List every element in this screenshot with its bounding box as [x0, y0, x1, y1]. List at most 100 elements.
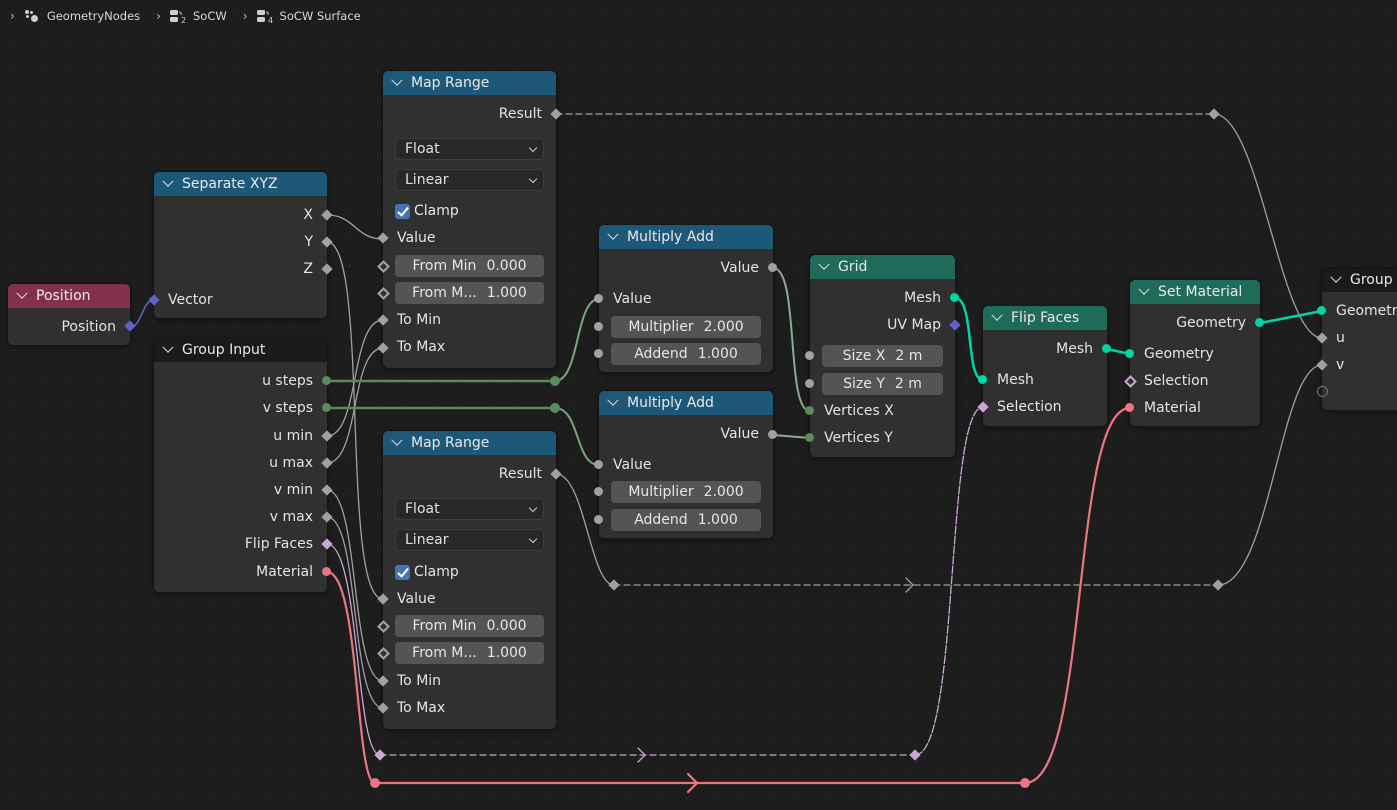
- socket-geometry-icon[interactable]: [1255, 318, 1264, 327]
- clamp-checkbox[interactable]: Clamp: [395, 562, 459, 582]
- reroute-point[interactable]: [1020, 778, 1030, 788]
- collapse-chevron-icon[interactable]: [162, 341, 174, 353]
- collapse-chevron-icon[interactable]: [607, 394, 619, 406]
- node-header[interactable]: Map Range: [383, 71, 556, 95]
- socket-material-icon[interactable]: [1125, 403, 1134, 412]
- data-type-dropdown[interactable]: Float: [395, 138, 544, 160]
- socket-label: Y: [304, 234, 313, 250]
- checkmark-icon[interactable]: [395, 203, 410, 219]
- socket-float-icon[interactable]: [805, 351, 814, 360]
- node-multiply-add-v[interactable]: Multiply Add Value Value Multiplier 2.000…: [594, 391, 777, 538]
- field-label: Addend: [634, 512, 688, 528]
- socket-float-icon[interactable]: [594, 349, 603, 358]
- size-y-field[interactable]: Size Y 2 m: [822, 373, 943, 395]
- collapse-chevron-icon[interactable]: [991, 309, 1003, 321]
- node-flip-faces[interactable]: Flip Faces Mesh Mesh Selection: [977, 306, 1111, 426]
- data-type-dropdown[interactable]: Float: [395, 498, 544, 520]
- socket-material-icon[interactable]: [322, 567, 331, 576]
- node-multiply-add-u[interactable]: Multiply Add Value Value Multiplier 2.000…: [594, 225, 777, 372]
- node-header[interactable]: Position: [8, 284, 130, 308]
- node-map-range-v[interactable]: Map Range Result Float Linear Clamp Valu…: [377, 431, 562, 729]
- node-set-material[interactable]: Set Material Geometry Geometry Selection…: [1124, 280, 1264, 426]
- socket-integer-icon[interactable]: [322, 403, 331, 412]
- from-max-field[interactable]: From M... 1.000: [395, 642, 544, 664]
- socket-geometry-icon[interactable]: [978, 375, 987, 384]
- from-min-field[interactable]: From Min 0.000: [395, 615, 544, 637]
- size-x-field[interactable]: Size X 2 m: [822, 345, 943, 367]
- socket-label: Mesh: [904, 290, 941, 306]
- collapse-chevron-icon[interactable]: [162, 175, 174, 187]
- field-label: From M...: [412, 645, 477, 661]
- node-title: Group Input: [182, 342, 266, 358]
- multiplier-field[interactable]: Multiplier 2.000: [611, 316, 761, 338]
- output-socket-row: Flip Faces: [154, 533, 327, 555]
- field-label: Multiplier: [628, 319, 694, 335]
- socket-float-icon[interactable]: [805, 379, 814, 388]
- from-max-field[interactable]: From M... 1.000: [395, 282, 544, 304]
- chevron-right-icon: ›: [242, 9, 248, 23]
- socket-integer-icon[interactable]: [322, 376, 331, 385]
- interpolation-dropdown[interactable]: Linear: [395, 529, 544, 551]
- field-label: From Min: [412, 258, 477, 274]
- socket-float-icon[interactable]: [594, 487, 603, 496]
- node-group-output[interactable]: Group Geometry u v: [1316, 268, 1397, 410]
- addend-field[interactable]: Addend 1.000: [611, 509, 761, 531]
- node-header[interactable]: Separate XYZ: [154, 172, 327, 196]
- socket-label: Mesh: [997, 372, 1034, 388]
- interpolation-dropdown[interactable]: Linear: [395, 169, 544, 191]
- socket-geometry-icon[interactable]: [1102, 344, 1111, 353]
- socket-float-icon[interactable]: [594, 460, 603, 469]
- collapse-chevron-icon[interactable]: [391, 434, 403, 446]
- collapse-chevron-icon[interactable]: [391, 74, 403, 86]
- socket-float-icon[interactable]: [594, 294, 603, 303]
- socket-integer-icon[interactable]: [805, 406, 814, 415]
- checkmark-icon[interactable]: [395, 564, 410, 580]
- breadcrumb-item-geometrynodes[interactable]: GeometryNodes: [23, 9, 140, 23]
- node-group-input[interactable]: Group Input u steps v steps u min u max …: [154, 338, 333, 592]
- field-label: Addend: [634, 346, 688, 362]
- from-min-field[interactable]: From Min 0.000: [395, 255, 544, 277]
- breadcrumb-item-socw[interactable]: 2 SoCW: [169, 9, 227, 25]
- node-header[interactable]: Group Input: [154, 338, 327, 362]
- socket-geometry-icon[interactable]: [1125, 349, 1134, 358]
- collapse-chevron-icon[interactable]: [1138, 283, 1150, 295]
- node-position[interactable]: Position Position: [8, 284, 136, 345]
- multiplier-field[interactable]: Multiplier 2.000: [611, 481, 761, 503]
- breadcrumb-item-socw-surface[interactable]: 4 SoCW Surface: [256, 9, 361, 25]
- reroute-point[interactable]: [370, 778, 380, 788]
- socket-geometry-icon[interactable]: [1317, 306, 1326, 315]
- node-header[interactable]: Map Range: [383, 431, 556, 455]
- socket-float-icon[interactable]: [768, 430, 777, 439]
- collapse-chevron-icon[interactable]: [16, 287, 28, 299]
- node-header[interactable]: Set Material: [1130, 280, 1260, 304]
- empty-socket-icon[interactable]: [1317, 386, 1328, 397]
- output-socket-row: Material: [154, 561, 327, 583]
- collapse-chevron-icon[interactable]: [818, 258, 830, 270]
- socket-label: Material: [256, 564, 313, 580]
- node-header[interactable]: Group: [1322, 268, 1397, 292]
- socket-float-icon[interactable]: [594, 322, 603, 331]
- socket-integer-icon[interactable]: [805, 433, 814, 442]
- socket-float-icon[interactable]: [768, 263, 777, 272]
- node-grid[interactable]: Grid Mesh UV Map Size X 2 m Size Y 2 m Ver…: [805, 255, 961, 457]
- node-header[interactable]: Grid: [810, 255, 955, 279]
- reroute-point[interactable]: [550, 376, 560, 386]
- socket-float-icon[interactable]: [594, 515, 603, 524]
- collapse-chevron-icon[interactable]: [607, 228, 619, 240]
- collapse-chevron-icon[interactable]: [1330, 271, 1342, 283]
- addend-field[interactable]: Addend 1.000: [611, 343, 761, 365]
- node-header[interactable]: Multiply Add: [599, 391, 773, 415]
- socket-geometry-icon[interactable]: [950, 293, 959, 302]
- breadcrumb-label: SoCW Surface: [279, 9, 361, 23]
- node-header[interactable]: Flip Faces: [983, 306, 1107, 330]
- clamp-checkbox[interactable]: Clamp: [395, 201, 459, 221]
- node-map-range-u[interactable]: Map Range Result Float Linear Clamp Valu…: [377, 71, 562, 368]
- node-header[interactable]: Multiply Add: [599, 225, 773, 249]
- input-socket-row: Vertices Y: [810, 427, 955, 449]
- socket-label: To Min: [397, 673, 442, 689]
- reroute-point[interactable]: [550, 403, 560, 413]
- node-title: Multiply Add: [627, 229, 714, 245]
- node-separate-xyz[interactable]: Separate XYZ X Y Z Vector: [148, 172, 333, 318]
- socket-label: Selection: [1144, 373, 1209, 389]
- input-socket-row: Value: [599, 454, 773, 476]
